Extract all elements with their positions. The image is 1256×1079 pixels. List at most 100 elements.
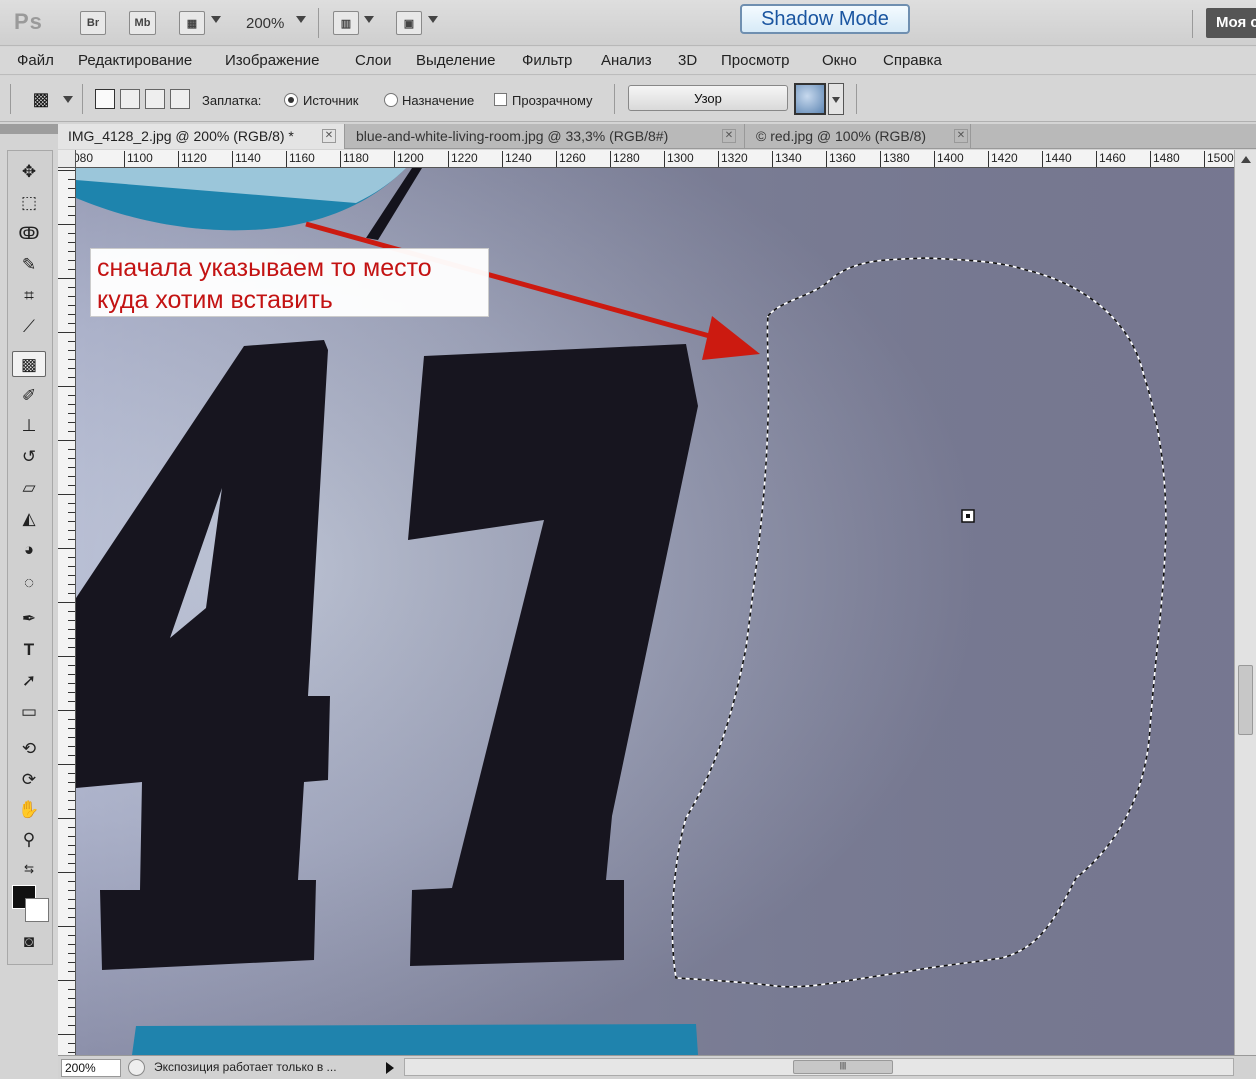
paint-bucket-icon[interactable]: ◭ [12,506,46,532]
ruler-tick [68,845,75,846]
eyedropper-icon[interactable]: ⟋ [12,314,46,340]
zoom-level[interactable]: 200% [246,15,284,32]
menu-view[interactable]: Просмотр [721,52,790,69]
history-brush-icon[interactable]: ↺ [12,444,46,470]
options-bar: ▩ Заплатка: Источник Назначение Прозрачн… [0,76,1256,122]
ruler-tick [68,962,75,963]
tab-img-4128[interactable]: IMG_4128_2.jpg @ 200% (RGB/8) * [58,124,345,149]
brush-icon[interactable]: ✐ [12,383,46,409]
screen-mode-icon[interactable]: ▣ [396,11,422,35]
menu-help[interactable]: Справка [883,52,942,69]
quick-selection-icon[interactable]: ✎ [12,252,46,278]
shadow-mode-button[interactable]: Shadow Mode [740,4,910,34]
chevron-down-icon[interactable] [296,16,306,23]
extras-icon[interactable]: ▦ [179,11,205,35]
workspace-switcher[interactable]: Моя с [1206,8,1256,38]
vertical-ruler[interactable] [58,150,76,1055]
menu-filter[interactable]: Фильтр [522,52,572,69]
horizontal-scroll-thumb[interactable]: ||| [793,1060,893,1074]
bridge-button[interactable]: Br [80,11,106,35]
3d-rotate-icon[interactable]: ⟲ [12,736,46,762]
separator [856,84,857,114]
dodge-icon[interactable]: ◕ [12,537,46,563]
background-color-swatch[interactable] [25,898,49,922]
ruler-origin[interactable] [58,150,76,168]
intersect-selection-icon[interactable] [170,89,190,109]
use-pattern-button[interactable]: Узор [628,85,788,111]
transparent-checkbox[interactable] [494,93,507,106]
marquee-icon[interactable]: ⬚ [12,190,46,216]
ruler-tick [68,377,75,378]
type-icon[interactable]: T [12,637,46,663]
vertical-scrollbar[interactable] [1234,150,1256,1055]
menu-3d[interactable]: 3D [678,52,697,69]
ruler-tick [68,809,75,810]
chevron-down-icon[interactable] [428,16,438,23]
horizontal-ruler[interactable]: 080 1100 1120 1140 1160 1180 1200 1220 1240 1260 1… [76,150,1234,168]
menu-image[interactable]: Изображение [225,52,320,69]
zoom-field[interactable]: 200% [61,1059,121,1077]
ruler-tick [68,989,75,990]
rectangle-icon[interactable]: ▭ [12,699,46,725]
chevron-down-icon[interactable] [211,16,221,23]
ruler-tick [68,341,75,342]
sponge-icon[interactable]: ◌ [12,570,46,596]
ruler-tick [58,926,75,927]
hand-icon[interactable]: ✋ [12,797,46,823]
scroll-up-icon[interactable] [1241,156,1251,163]
status-info-icon[interactable] [128,1059,145,1076]
patch-icon[interactable]: ▩ [12,351,46,377]
ruler-tick [68,413,75,414]
horizontal-scrollbar[interactable]: ||| [404,1058,1234,1076]
pattern-swatch[interactable] [794,83,826,115]
swap-colors-icon[interactable]: ⇆ [12,856,46,882]
patch-tool-preset-icon[interactable]: ▩ [30,88,52,110]
add-to-selection-icon[interactable] [120,89,140,109]
path-selection-icon[interactable]: ➚ [12,668,46,694]
toolbox-header[interactable] [0,124,58,134]
ruler-tick [58,548,75,549]
destination-radio[interactable] [384,93,398,107]
clone-stamp-icon[interactable]: ⊥ [12,413,46,439]
photoshop-window: Ps Br Mb ▦ 200% ▥ ▣ Shadow Mode Моя с Фа… [0,0,1256,1079]
status-text: Экспозиция работает только в ... [154,1060,337,1074]
close-icon[interactable]: ✕ [722,129,736,143]
source-radio[interactable] [284,93,298,107]
quick-mask-icon[interactable]: ◙ [12,929,46,955]
move-icon[interactable]: ✥ [12,159,46,185]
pen-icon[interactable]: ✒ [12,606,46,632]
mini-bridge-button[interactable]: Mb [129,11,156,35]
ruler-tick [68,1025,75,1026]
ruler-tick [68,944,75,945]
tab-living-room[interactable]: blue-and-white-living-room.jpg @ 33,3% (… [346,124,745,149]
crop-icon[interactable]: ⌗ [12,283,46,309]
menu-select[interactable]: Выделение [416,52,495,69]
pattern-dropdown[interactable] [828,83,844,115]
close-icon[interactable]: ✕ [322,129,336,143]
arrange-documents-icon[interactable]: ▥ [333,11,359,35]
lasso-icon[interactable]: ↂ [12,221,46,247]
source-label: Источник [303,93,359,108]
chevron-down-icon[interactable] [364,16,374,23]
3d-orbit-icon[interactable]: ⟳ [12,767,46,793]
close-icon[interactable]: ✕ [954,129,968,143]
zoom-icon[interactable]: ⚲ [12,827,46,853]
menu-edit[interactable]: Редактирование [78,52,192,69]
ruler-tick [68,701,75,702]
tab-red-jpg[interactable]: © red.jpg @ 100% (RGB/8) [746,124,971,149]
vertical-scroll-thumb[interactable] [1238,665,1253,735]
tab-title: blue-and-white-living-room.jpg @ 33,3% (… [356,128,669,144]
ruler-tick [68,503,75,504]
menu-window[interactable]: Окно [822,52,857,69]
eraser-icon[interactable]: ▱ [12,475,46,501]
status-menu-arrow-icon[interactable] [386,1062,394,1074]
ruler-tick [68,854,75,855]
chevron-down-icon[interactable] [63,96,73,103]
menu-layers[interactable]: Слои [355,52,391,69]
subtract-from-selection-icon[interactable] [145,89,165,109]
ruler-tick [68,188,75,189]
new-selection-icon[interactable] [95,89,115,109]
ruler-tick [58,1034,75,1035]
menu-file[interactable]: Файл [17,52,54,69]
menu-analysis[interactable]: Анализ [601,52,652,69]
